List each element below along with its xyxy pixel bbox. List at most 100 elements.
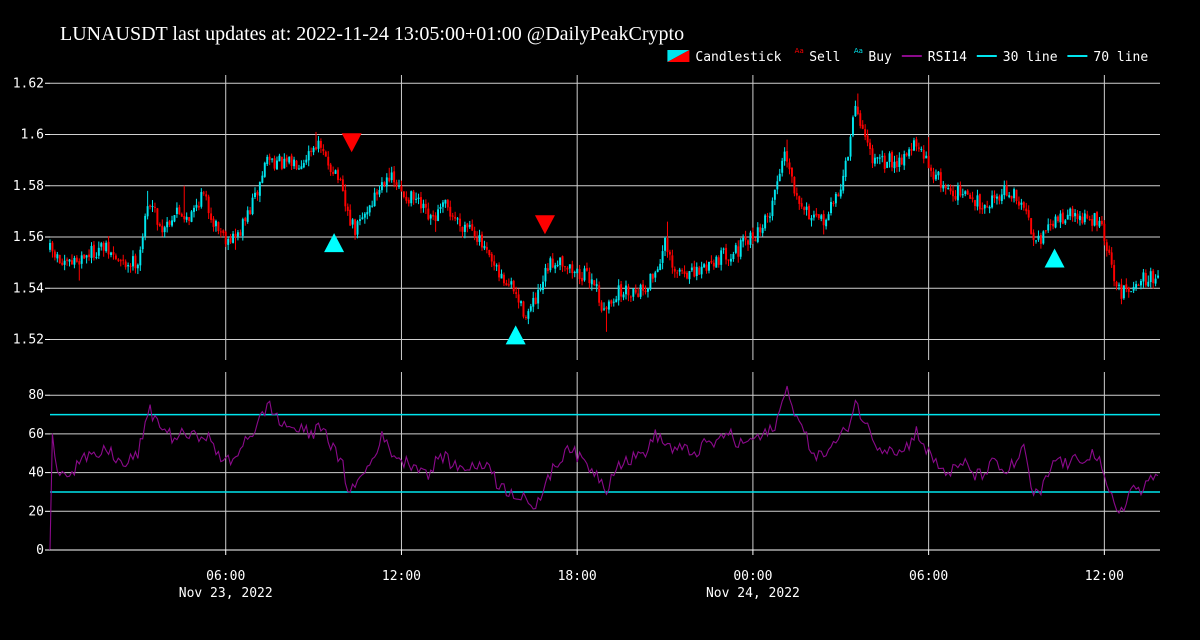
candle-body	[127, 264, 130, 267]
candle-body	[703, 264, 706, 268]
candle-body	[146, 206, 149, 217]
candle-body	[307, 151, 310, 161]
candle-body	[651, 274, 654, 279]
candle-body	[456, 218, 459, 220]
candle-body	[822, 214, 825, 226]
candle-body	[1005, 185, 1008, 196]
candle-body	[1120, 284, 1123, 299]
candle-body	[283, 158, 286, 169]
candle-body	[278, 155, 281, 162]
candle-body	[766, 215, 769, 217]
x-tick-date-label: Nov 23, 2022	[179, 586, 273, 601]
candle-body	[141, 237, 144, 250]
candle-body	[398, 185, 400, 187]
candle-body	[920, 148, 923, 150]
candle-body	[285, 157, 288, 162]
candle-body	[993, 194, 996, 199]
candle-body	[593, 280, 596, 286]
candle-body	[808, 205, 811, 220]
candle-body	[488, 249, 491, 256]
candle-body	[214, 220, 217, 227]
candle-body	[83, 254, 86, 259]
candle-body	[698, 267, 701, 275]
candle-body	[590, 279, 593, 285]
candle-body	[710, 260, 713, 263]
candle-body	[271, 158, 274, 160]
candle-body	[966, 190, 969, 195]
candle-body	[544, 267, 547, 282]
candle-body	[261, 175, 264, 183]
price-y-tick-label: 1.54	[13, 281, 44, 296]
candle-body	[969, 194, 972, 199]
candle-body	[1054, 216, 1057, 228]
candle-body	[410, 191, 413, 204]
candle-body	[153, 206, 156, 208]
candle-body	[681, 270, 684, 272]
candle-body	[571, 264, 574, 274]
legend-label: Buy	[868, 50, 892, 65]
candle-body	[417, 197, 420, 199]
candle-body	[234, 233, 237, 238]
candle-body	[790, 167, 793, 177]
candle-body	[978, 194, 981, 210]
candle-body	[446, 199, 449, 208]
candle-body	[952, 190, 955, 197]
candle-body	[427, 208, 430, 220]
candle-body	[361, 217, 364, 220]
candle-body	[178, 207, 181, 215]
candle-body	[898, 157, 901, 167]
candle-body	[520, 301, 523, 304]
candle-body	[859, 113, 862, 126]
candle-body	[1083, 213, 1086, 223]
candle-body	[78, 261, 81, 265]
candle-body	[51, 242, 54, 252]
candle-body	[783, 151, 786, 162]
candle-body	[625, 285, 627, 295]
candle-body	[949, 188, 952, 192]
candle-body	[376, 191, 379, 195]
candle-body	[476, 237, 479, 242]
candle-body	[739, 240, 742, 257]
candle-body	[258, 182, 261, 196]
candle-body	[817, 214, 820, 219]
candle-body	[202, 192, 205, 194]
candle-body	[190, 211, 193, 222]
candle-body	[420, 197, 422, 209]
candle-body	[922, 149, 925, 159]
candle-body	[322, 149, 325, 152]
candle-body	[1139, 280, 1142, 286]
candle-body	[559, 257, 562, 266]
candle-body	[629, 296, 632, 298]
candle-body	[917, 147, 920, 149]
candle-body	[1152, 270, 1155, 284]
candle-body	[1108, 249, 1111, 253]
candle-body	[295, 160, 298, 170]
x-tick-label: 00:00	[733, 569, 772, 584]
candle-body	[737, 246, 740, 257]
candle-body	[915, 139, 918, 147]
candle-body	[537, 289, 540, 304]
candle-body	[1086, 214, 1089, 219]
candle-body	[432, 214, 435, 217]
candle-body	[654, 272, 657, 278]
candle-body	[720, 250, 723, 265]
candle-body	[85, 255, 88, 258]
candle-body	[300, 166, 303, 170]
candle-body	[373, 192, 376, 207]
candle-body	[197, 205, 200, 208]
candle-body	[183, 216, 186, 220]
candle-body	[878, 157, 881, 159]
candle-body	[712, 262, 715, 267]
candle-body	[974, 200, 976, 207]
candle-body	[927, 155, 930, 169]
candle-body	[383, 182, 386, 186]
candle-body	[786, 151, 789, 162]
candle-body	[812, 214, 815, 218]
candle-body	[747, 240, 749, 245]
candle-body	[529, 306, 532, 311]
candle-body	[551, 258, 554, 268]
candle-body	[913, 140, 915, 151]
candle-body	[754, 239, 757, 241]
candle-body	[849, 136, 852, 157]
candle-body	[1144, 272, 1147, 286]
